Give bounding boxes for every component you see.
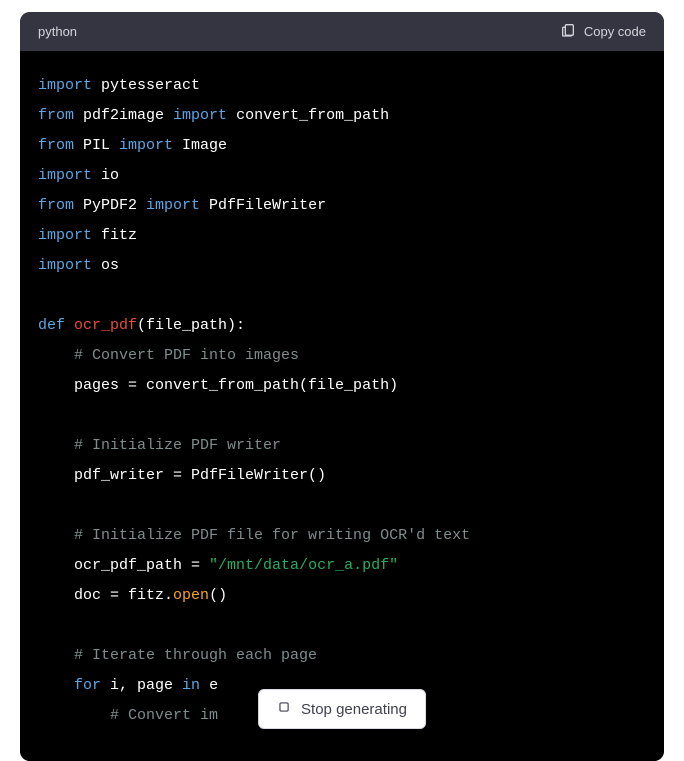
keyword-import: import — [38, 257, 92, 274]
code-text: e — [200, 677, 218, 694]
code-text: ocr_pdf_path = — [74, 557, 209, 574]
code-text: pytesseract — [92, 77, 200, 94]
code-text: PdfFileWriter — [200, 197, 326, 214]
stop-icon — [277, 700, 291, 718]
keyword-from: from — [38, 107, 74, 124]
code-indent — [38, 707, 110, 724]
keyword-import: import — [119, 137, 173, 154]
stop-generating-button[interactable]: Stop generating — [258, 689, 426, 729]
code-text: doc = fitz. — [74, 587, 173, 604]
code-header: python Copy code — [20, 12, 664, 51]
keyword-for: for — [74, 677, 101, 694]
code-text: fitz — [92, 227, 137, 244]
code-text: () — [209, 587, 227, 604]
code-comment: # Initialize PDF file for writing OCR'd … — [74, 527, 470, 544]
keyword-def: def — [38, 317, 65, 334]
keyword-import: import — [38, 227, 92, 244]
code-text: os — [92, 257, 119, 274]
code-content: import pytesseract from pdf2image import… — [20, 51, 664, 761]
code-indent — [38, 557, 74, 574]
code-text: pages = convert_from_path(file_path) — [74, 377, 398, 394]
code-indent — [38, 677, 74, 694]
language-label: python — [38, 24, 77, 39]
code-indent — [38, 437, 74, 454]
code-text: PyPDF2 — [74, 197, 146, 214]
code-comment: # Iterate through each page — [74, 647, 317, 664]
code-comment: # Convert PDF into images — [74, 347, 299, 364]
code-indent — [38, 467, 74, 484]
code-text: pdf2image — [74, 107, 173, 124]
code-text: pdf_writer = PdfFileWriter() — [74, 467, 326, 484]
keyword-import: import — [38, 77, 92, 94]
code-text: Image — [173, 137, 227, 154]
code-indent — [38, 377, 74, 394]
clipboard-icon — [560, 22, 576, 41]
code-comment: # Initialize PDF writer — [74, 437, 281, 454]
keyword-from: from — [38, 137, 74, 154]
code-text: (file_path): — [137, 317, 245, 334]
code-indent — [38, 587, 74, 604]
function-name: ocr_pdf — [65, 317, 137, 334]
copy-code-button[interactable]: Copy code — [560, 22, 646, 41]
keyword-import: import — [146, 197, 200, 214]
keyword-import: import — [173, 107, 227, 124]
keyword-import: import — [38, 167, 92, 184]
code-text: i, page — [101, 677, 182, 694]
code-indent — [38, 347, 74, 364]
keyword-from: from — [38, 197, 74, 214]
copy-code-label: Copy code — [584, 24, 646, 39]
code-text: PIL — [74, 137, 119, 154]
code-indent — [38, 527, 74, 544]
code-block: python Copy code import pytesseract from… — [20, 12, 664, 761]
code-comment: # Convert im — [110, 707, 218, 724]
stop-generating-label: Stop generating — [301, 701, 407, 718]
keyword-in: in — [182, 677, 200, 694]
code-indent — [38, 647, 74, 664]
code-text: convert_from_path — [227, 107, 389, 124]
code-text: io — [92, 167, 119, 184]
method-call: open — [173, 587, 209, 604]
string-literal: "/mnt/data/ocr_a.pdf" — [209, 557, 398, 574]
